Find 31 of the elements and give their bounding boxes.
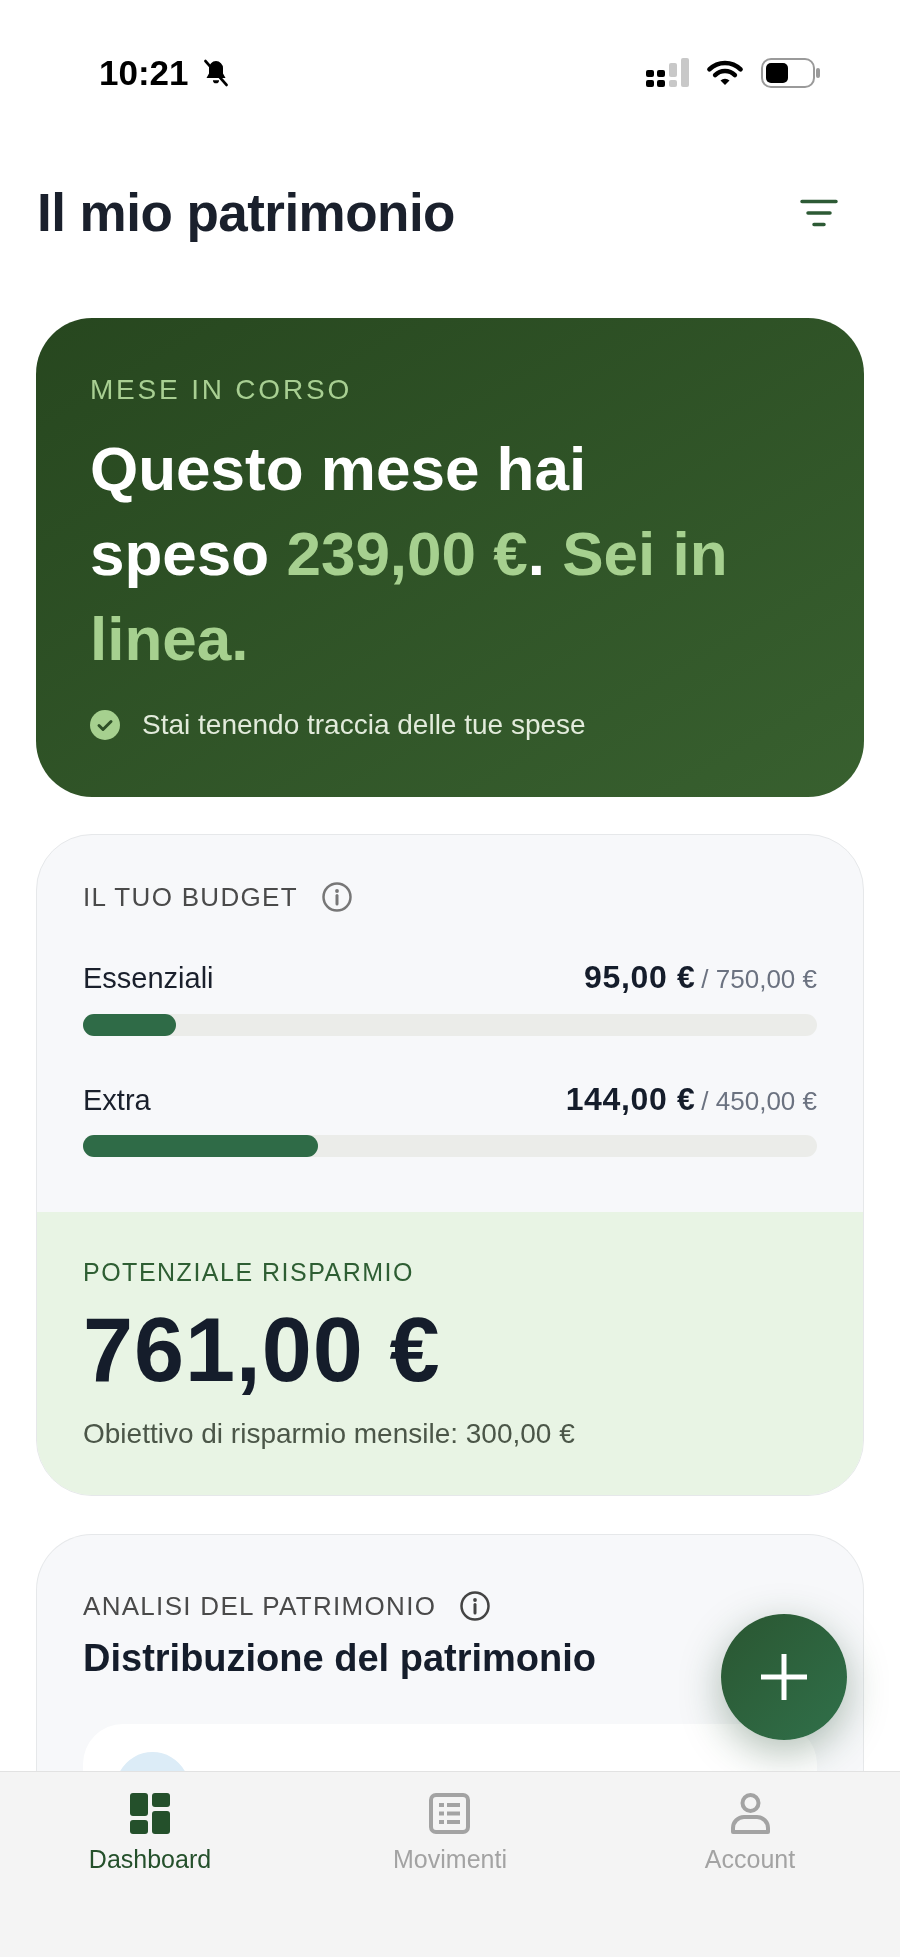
info-icon[interactable]	[460, 1591, 491, 1621]
tab[interactable]: Dashboard	[88, 1793, 212, 1874]
budget-limit: / 450,00 €	[701, 1085, 817, 1118]
page-title: Il mio patrimonio	[37, 183, 455, 243]
category-name: Essenziali	[83, 961, 214, 996]
list-icon	[429, 1793, 471, 1834]
tiles-icon	[130, 1793, 170, 1834]
tab[interactable]: Movimenti	[393, 1793, 507, 1874]
category-name: Extra	[83, 1083, 151, 1118]
status-text: Stai tenendo traccia delle tue spese	[142, 710, 586, 740]
savings-amount: 761,00 €	[83, 1302, 441, 1398]
filter-icon[interactable]	[800, 198, 838, 228]
section-label: POTENZIALE RISPARMIO	[83, 1257, 414, 1287]
wifi-icon	[706, 59, 744, 87]
spent-amount: 144,00 €	[565, 1081, 696, 1117]
plus-icon	[760, 1653, 808, 1701]
battery-icon	[761, 58, 821, 88]
section-title: Distribuzione del patrimonio	[83, 1637, 597, 1679]
spending-summary: Questo mese hai speso 239,00 €. Sei in linea.	[90, 433, 729, 675]
cellular-signal-icon	[646, 58, 689, 88]
info-icon[interactable]	[321, 882, 352, 912]
section-label: ANALISI DEL PATRIMONIO	[83, 1590, 437, 1622]
savings-goal: Obiettivo di risparmio mensile: 300,00 €	[83, 1418, 575, 1450]
spent-amount: 95,00 €	[584, 959, 696, 995]
section-label: MESE IN CORSO	[90, 373, 352, 407]
section-label: IL TUO BUDGET	[83, 881, 298, 913]
budget-limit: / 750,00 €	[701, 963, 817, 996]
person-icon	[729, 1793, 771, 1834]
check-circle-icon	[90, 710, 120, 740]
status-time: 10:21	[99, 53, 189, 93]
tab[interactable]: Account	[704, 1793, 796, 1874]
